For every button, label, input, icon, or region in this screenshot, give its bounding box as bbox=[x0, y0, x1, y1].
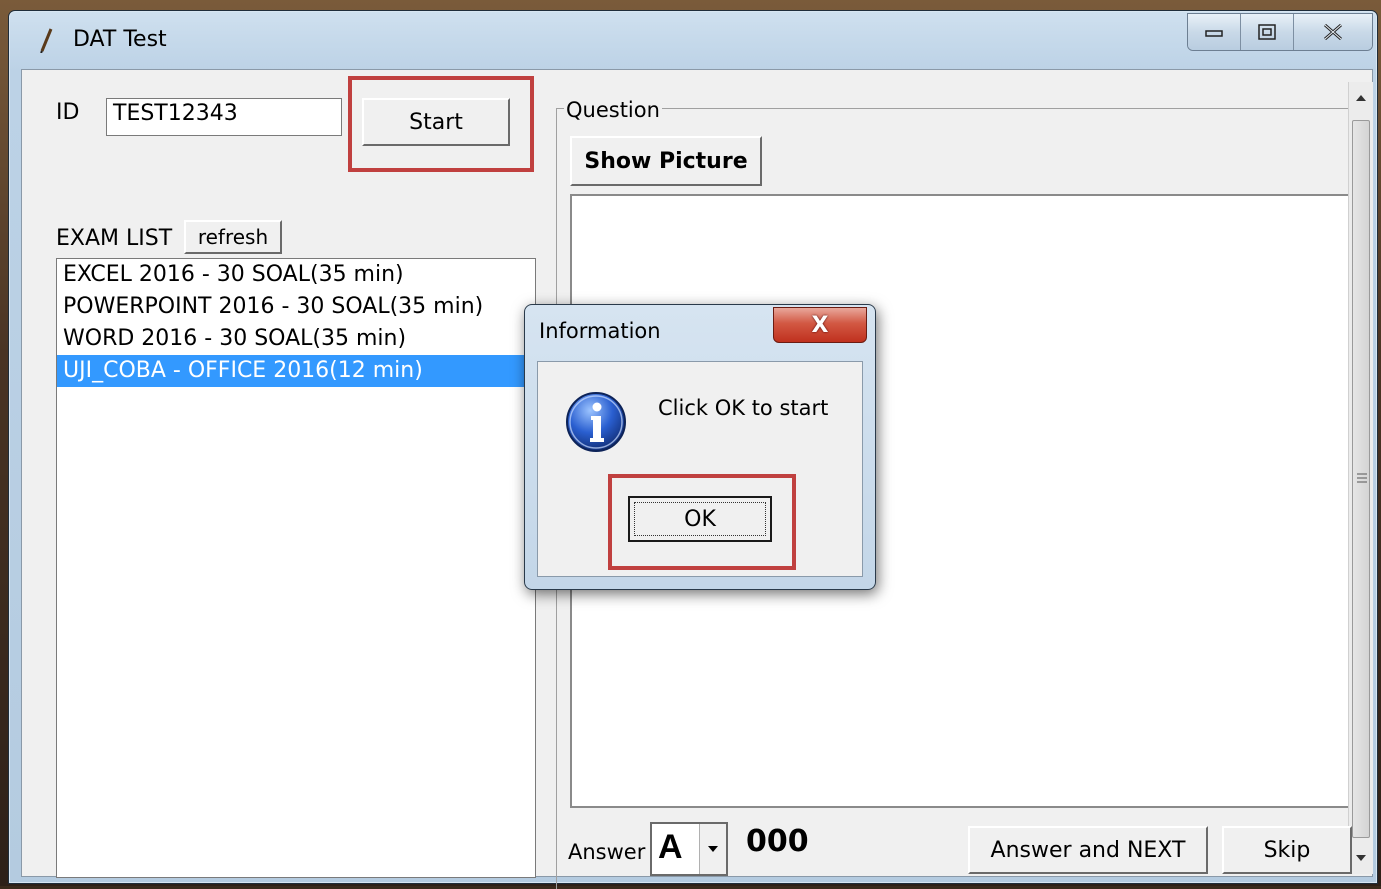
exam-list-label: EXAM LIST bbox=[56, 226, 173, 251]
scroll-up-arrow-icon[interactable] bbox=[1355, 92, 1367, 104]
answer-label: Answer bbox=[568, 840, 646, 864]
id-label: ID bbox=[56, 100, 80, 125]
exam-listbox[interactable]: EXCEL 2016 - 30 SOAL(35 min) POWERPOINT … bbox=[56, 258, 536, 878]
minimize-icon bbox=[1205, 30, 1223, 37]
skip-button[interactable]: Skip bbox=[1222, 826, 1352, 874]
exam-list-item[interactable]: WORD 2016 - 30 SOAL(35 min) bbox=[57, 323, 535, 355]
refresh-button[interactable]: refresh bbox=[184, 220, 282, 254]
maximize-icon bbox=[1258, 24, 1276, 40]
chevron-down-icon bbox=[708, 846, 718, 852]
close-button[interactable] bbox=[1294, 14, 1372, 50]
answer-and-next-button[interactable]: Answer and NEXT bbox=[968, 826, 1208, 874]
close-icon bbox=[1324, 23, 1342, 41]
title-bar[interactable]: DAT Test bbox=[9, 11, 1377, 69]
info-icon bbox=[566, 392, 626, 452]
scrollbar-thumb[interactable] bbox=[1352, 120, 1370, 838]
exam-list-item-selected[interactable]: UJI_COBA - OFFICE 2016(12 min) bbox=[57, 355, 535, 387]
maximize-button[interactable] bbox=[1241, 14, 1294, 50]
combobox-dropdown-button[interactable] bbox=[699, 824, 726, 874]
question-group-title: Question bbox=[564, 98, 662, 122]
answer-combobox-value: A bbox=[658, 828, 683, 866]
caption-buttons bbox=[1187, 13, 1373, 51]
question-counter: 000 bbox=[746, 824, 809, 859]
close-icon: X bbox=[811, 312, 829, 338]
exam-list-item[interactable]: POWERPOINT 2016 - 30 SOAL(35 min) bbox=[57, 291, 535, 323]
show-picture-button[interactable]: Show Picture bbox=[570, 136, 762, 186]
ok-highlight-box bbox=[608, 474, 796, 570]
id-input[interactable]: TEST12343 bbox=[106, 98, 342, 136]
minimize-button[interactable] bbox=[1188, 14, 1241, 50]
start-highlight-box bbox=[348, 76, 534, 172]
answer-combobox[interactable]: A bbox=[650, 822, 728, 876]
dialog-title: Information bbox=[539, 319, 661, 343]
window-title: DAT Test bbox=[73, 27, 167, 52]
scroll-grip-icon bbox=[1357, 473, 1367, 483]
pen-icon bbox=[40, 28, 53, 53]
exam-list-item[interactable]: EXCEL 2016 - 30 SOAL(35 min) bbox=[57, 259, 535, 291]
scroll-down-arrow-icon[interactable] bbox=[1355, 852, 1367, 864]
dialog-message: Click OK to start bbox=[658, 396, 829, 420]
vertical-scrollbar[interactable] bbox=[1348, 82, 1373, 874]
dialog-close-button[interactable]: X bbox=[773, 307, 867, 343]
